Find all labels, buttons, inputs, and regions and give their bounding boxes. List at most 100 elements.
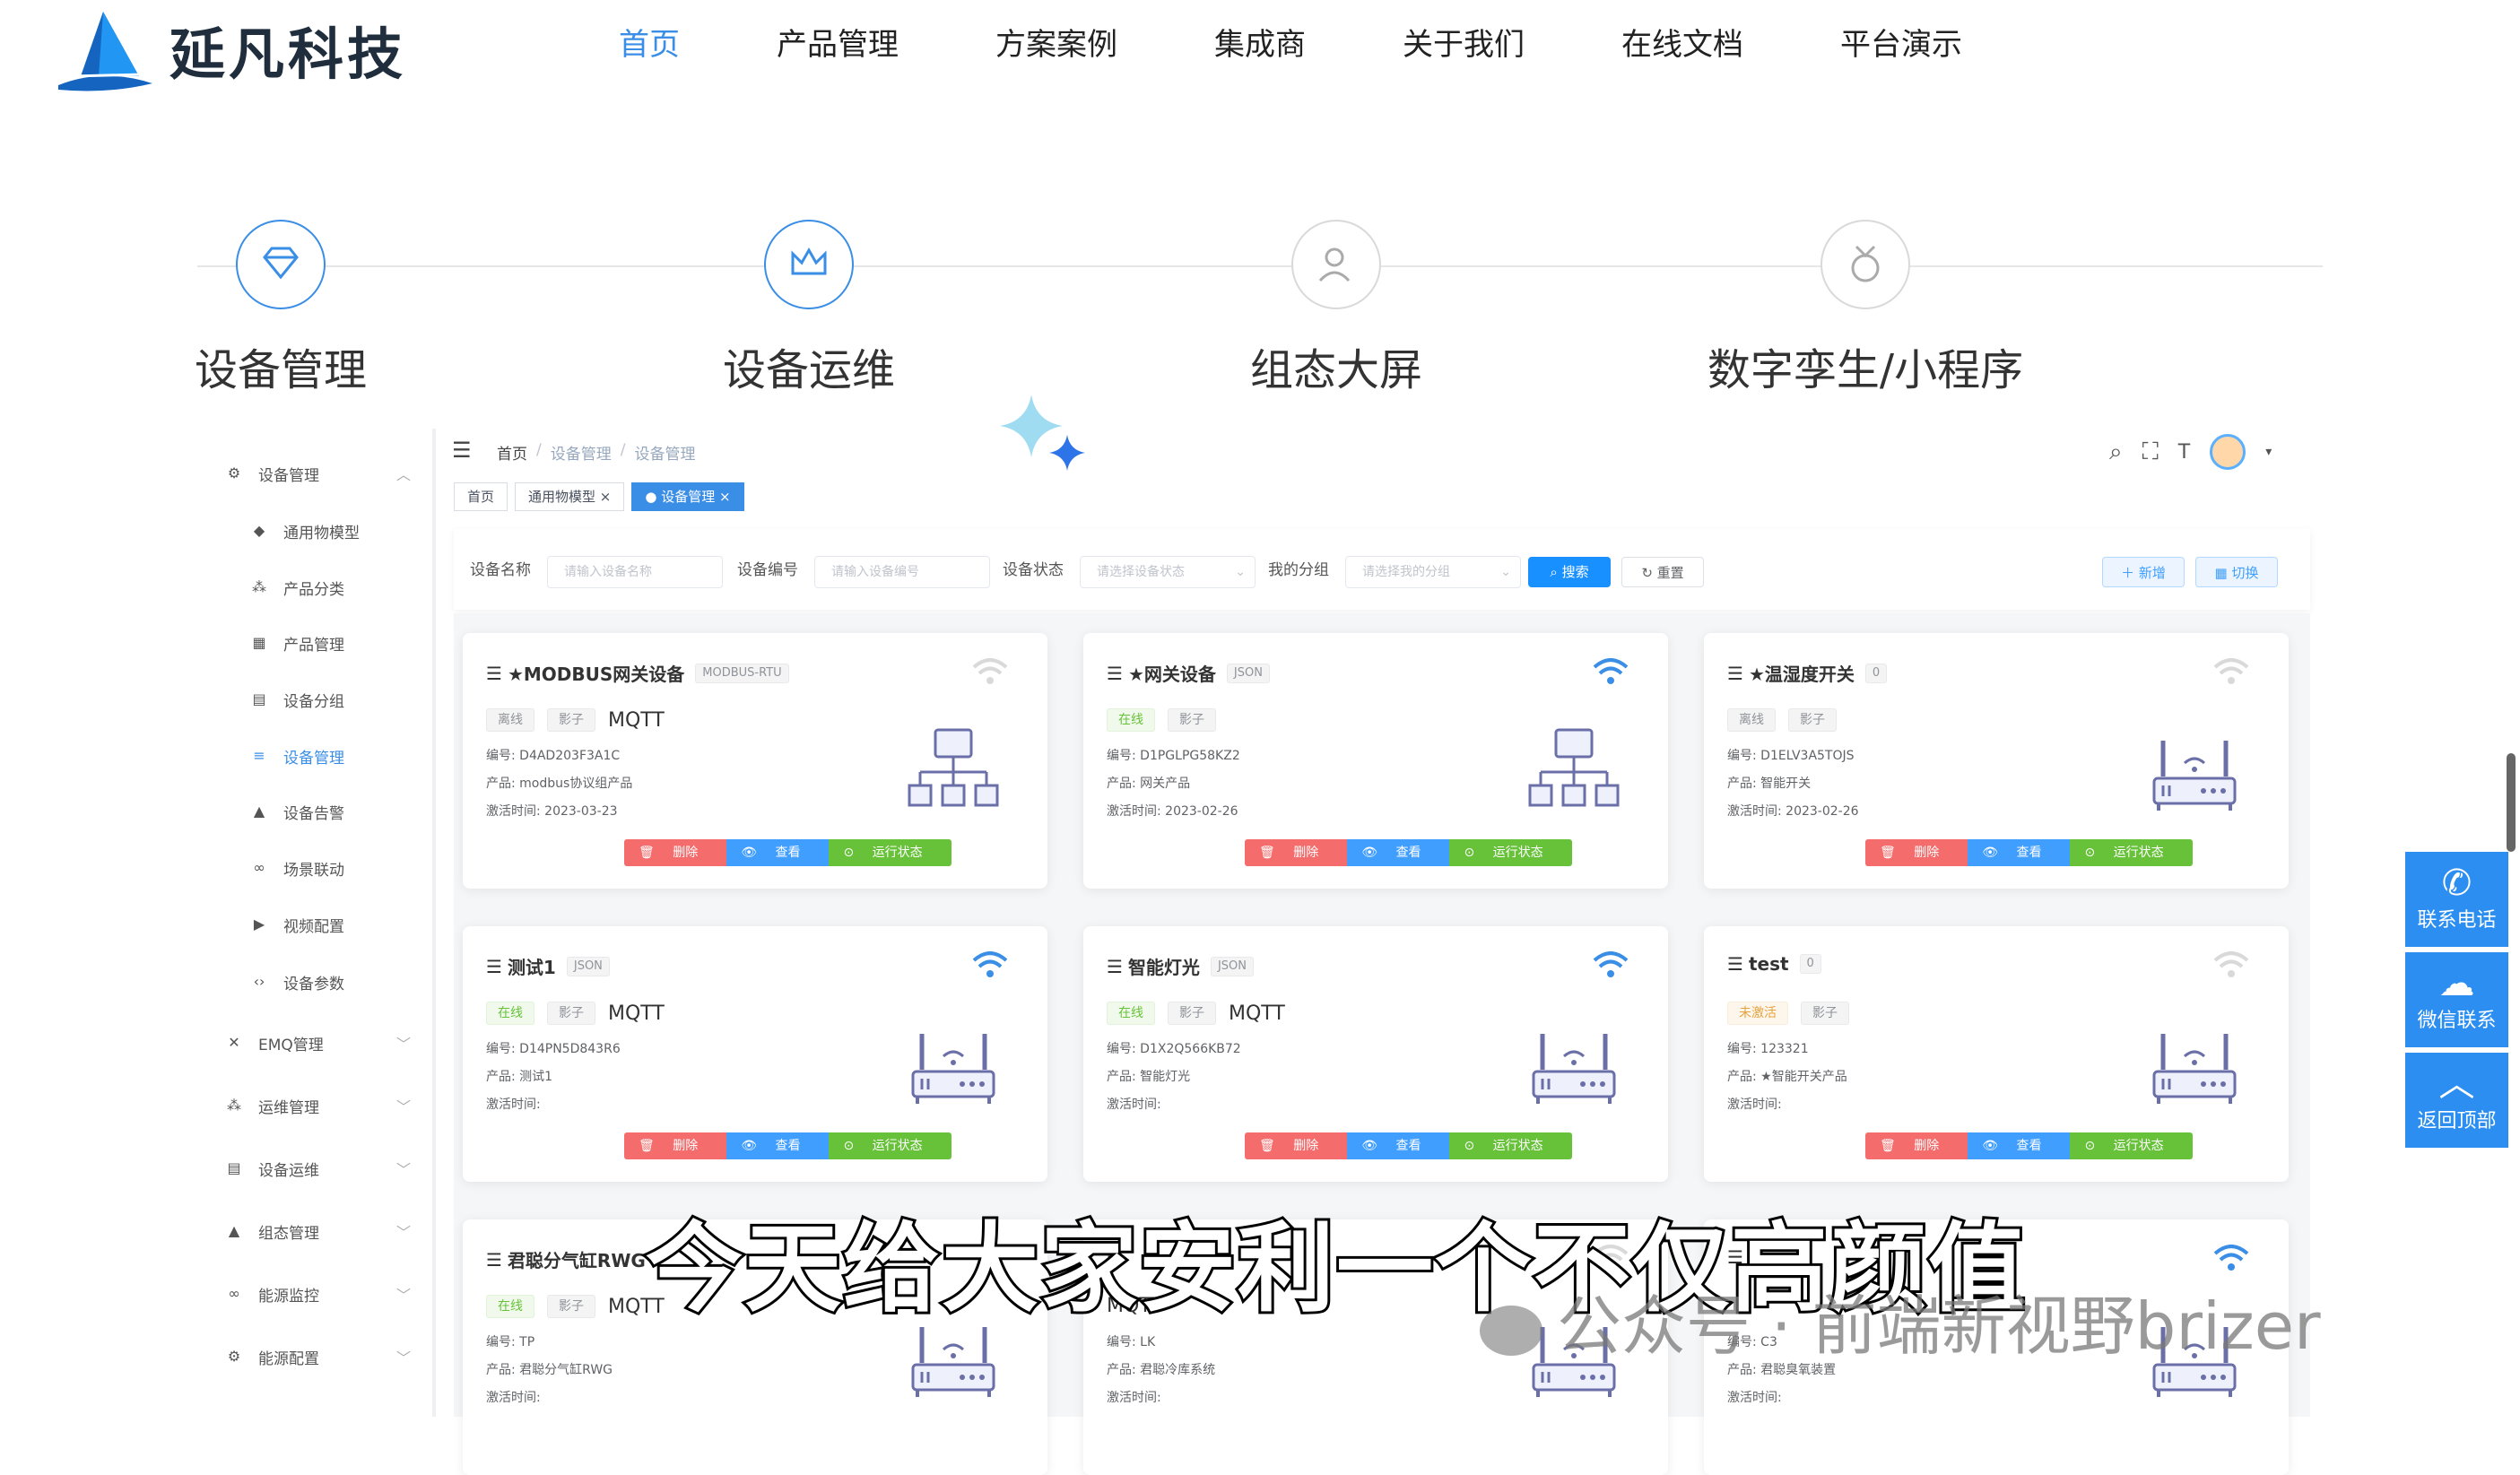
product-row: 产品: 智能灯光 bbox=[1107, 1063, 1241, 1091]
shadow-badge: 影子 bbox=[547, 708, 595, 732]
group-select[interactable]: 请选择我的分组 ⌄ bbox=[1345, 556, 1521, 588]
chevron-down-icon: ⌄ bbox=[1500, 565, 1511, 579]
delete-button[interactable]: 🗑 删除 bbox=[1245, 1132, 1348, 1159]
avatar[interactable] bbox=[2210, 434, 2246, 470]
device-status-label: 设备状态 bbox=[1003, 561, 1064, 579]
run-status-button[interactable]: ⊙ 运行状态 bbox=[2070, 1132, 2193, 1159]
device-tags: 在线 影子 bbox=[1107, 708, 1216, 732]
device-info: 编号: 123321 产品: ★智能开关产品 激活时间: bbox=[1727, 1036, 1847, 1119]
nav-item[interactable]: 在线文档 bbox=[1621, 20, 1743, 70]
switch-view-button[interactable]: ▦ 切换 bbox=[2195, 557, 2278, 587]
device-card[interactable]: ☰ ★温湿度开关 0 离线 影子 编号: D1ELV3A5TOJS 产品: 智能开关 激活时间… bbox=[1704, 633, 2289, 889]
tab-item[interactable]: ● 设备管理 × bbox=[631, 482, 744, 511]
view-button[interactable]: 👁 查看 bbox=[1347, 1132, 1450, 1159]
run-status-button[interactable]: ⊙ 运行状态 bbox=[829, 1132, 952, 1159]
font-size-icon[interactable]: T bbox=[2178, 441, 2190, 464]
float-button[interactable]: ☁ 微信联系 bbox=[2405, 952, 2508, 1047]
search-icon[interactable]: ⌕ bbox=[2109, 438, 2123, 466]
feature-item[interactable]: 数字孪生/小程序 bbox=[1677, 220, 2054, 397]
delete-button[interactable]: 🗑 删除 bbox=[1865, 839, 1968, 866]
delete-button[interactable]: 🗑 删除 bbox=[624, 839, 727, 866]
device-code-input[interactable]: 请输入设备编号 bbox=[814, 556, 990, 588]
nav-item[interactable]: 平台演示 bbox=[1840, 20, 1962, 70]
sidebar-item[interactable]: ▲ 设备告警 bbox=[251, 798, 344, 825]
run-status-button[interactable]: ⊙ 运行状态 bbox=[1449, 1132, 1572, 1159]
top-nav: 首页 产品管理 方案案例 集成商 关于我们 在线文档 平台演示 bbox=[619, 20, 2059, 70]
view-label: 查看 bbox=[1395, 846, 1421, 860]
add-button[interactable]: ＋ 新增 bbox=[2102, 557, 2185, 587]
delete-button[interactable]: 🗑 删除 bbox=[624, 1132, 727, 1159]
delete-button[interactable]: 🗑 删除 bbox=[1865, 1132, 1968, 1159]
device-product: 君聪冷库系统 bbox=[1140, 1363, 1216, 1377]
chevron-up-icon: ︿ bbox=[396, 466, 412, 483]
view-button[interactable]: 👁 查看 bbox=[1968, 839, 2071, 866]
view-button[interactable]: 👁 查看 bbox=[726, 1132, 830, 1159]
search-button[interactable]: ⌕ 搜索 bbox=[1528, 557, 1611, 587]
breadcrumb-home[interactable]: 首页 bbox=[497, 441, 527, 464]
brand-logo[interactable]: 延凡科技 bbox=[54, 0, 406, 99]
sidebar-item[interactable]: ⁂ 运维管理 ﹀ bbox=[226, 1092, 411, 1119]
reset-button[interactable]: ↻ 重置 bbox=[1621, 557, 1704, 587]
list-icon: ☰ bbox=[1727, 953, 1743, 975]
sidebar-item[interactable]: ▤ 设备运维 ﹀ bbox=[226, 1155, 411, 1182]
nav-item[interactable]: 首页 bbox=[619, 20, 680, 70]
sidebar-item[interactable]: ‹› 设备参数 bbox=[251, 968, 344, 995]
device-tags: 在线 影子 MQTT bbox=[1107, 1002, 1285, 1025]
feature-item[interactable]: 组态大屏 bbox=[1148, 220, 1525, 397]
tab-item[interactable]: 首页 bbox=[454, 482, 508, 511]
sidebar-item[interactable]: ✕ EMQ管理 ﹀ bbox=[226, 1029, 411, 1056]
run-status-button[interactable]: ⊙ 运行状态 bbox=[829, 839, 952, 866]
sail-logo-icon bbox=[54, 4, 157, 94]
nav-item[interactable]: 关于我们 bbox=[1403, 20, 1525, 70]
sidebar-item[interactable]: ⚙ 能源配置 ﹀ bbox=[226, 1343, 411, 1370]
device-info: 编号: D4AD203F3A1C 产品: modbus协议组产品 激活时间: 202… bbox=[486, 742, 632, 826]
device-card[interactable]: ☰ 测试1 JSON 在线 影子 MQTT 编号: D14PN5D843R6 产品: 测试1 激… bbox=[463, 926, 1047, 1182]
sidebar-item[interactable]: ▲ 组态管理 ﹀ bbox=[226, 1218, 411, 1245]
sidebar-item[interactable]: ≡ 设备管理 bbox=[251, 742, 344, 769]
sidebar-item[interactable]: ▶ 视频配置 bbox=[251, 911, 344, 938]
list-icon: ☰ bbox=[486, 662, 502, 684]
chevron-down-icon[interactable]: ▾ bbox=[2265, 445, 2272, 459]
sidebar-item[interactable]: ∞ 场景联动 bbox=[251, 855, 344, 881]
code-label: 编号: bbox=[486, 1335, 516, 1349]
view-button[interactable]: 👁 查看 bbox=[726, 839, 830, 866]
delete-button[interactable]: 🗑 删除 bbox=[1245, 839, 1348, 866]
device-card[interactable]: ☰ test 0 未激活 影子 编号: 123321 产品: ★智能开关产品 激活时间: 🗑 … bbox=[1704, 926, 2289, 1182]
device-tags: 离线 影子 MQTT bbox=[486, 708, 665, 732]
menu-toggle-icon[interactable]: ☰ bbox=[452, 438, 472, 463]
group-label: 我的分组 bbox=[1268, 561, 1329, 579]
list-icon: ☰ bbox=[1727, 662, 1743, 684]
breadcrumb-item[interactable]: 设备管理 bbox=[551, 441, 612, 464]
status-badge: 在线 bbox=[1107, 708, 1155, 732]
close-icon[interactable]: × bbox=[715, 489, 731, 505]
page-scrollbar[interactable] bbox=[2507, 753, 2516, 852]
run-status-button[interactable]: ⊙ 运行状态 bbox=[2070, 839, 2193, 866]
sidebar-item[interactable]: ⚙ 设备管理 ︿ bbox=[226, 460, 411, 487]
transport-label: MQTT bbox=[1229, 1002, 1285, 1025]
close-icon[interactable]: × bbox=[595, 489, 612, 505]
sidebar-item[interactable]: ▦ 产品管理 bbox=[251, 629, 344, 656]
sidebar-item[interactable]: ∞ 能源监控 ﹀ bbox=[226, 1280, 411, 1307]
float-button[interactable]: ✆ 联系电话 bbox=[2405, 852, 2508, 947]
nav-item[interactable]: 方案案例 bbox=[995, 20, 1117, 70]
device-status-select[interactable]: 请选择设备状态 ⌄ bbox=[1080, 556, 1256, 588]
sidebar-item[interactable]: ◆ 通用物模型 bbox=[251, 517, 360, 544]
fullscreen-icon[interactable]: ⛶ bbox=[2142, 438, 2159, 466]
view-button[interactable]: 👁 查看 bbox=[1968, 1132, 2071, 1159]
nav-item[interactable]: 产品管理 bbox=[777, 20, 899, 70]
view-button[interactable]: 👁 查看 bbox=[1347, 839, 1450, 866]
feature-item[interactable]: 设备管理 bbox=[92, 220, 469, 397]
sidebar-item[interactable]: ⁂ 产品分类 bbox=[251, 574, 344, 601]
tab-item[interactable]: 通用物模型 × bbox=[515, 482, 625, 511]
float-button[interactable]: ︿ 返回顶部 bbox=[2405, 1053, 2508, 1148]
device-card[interactable]: ☰ ★网关设备 JSON 在线 影子 编号: D1PGLPG58KZ2 产品: 网关产品 激活… bbox=[1083, 633, 1668, 889]
device-card[interactable]: ☰ 智能灯光 JSON 在线 影子 MQTT 编号: D1X2Q566KB72 产品: 智能灯… bbox=[1083, 926, 1668, 1182]
time-row: 激活时间: bbox=[1107, 1384, 1215, 1412]
code-label: 编号: bbox=[486, 749, 516, 763]
run-status-button[interactable]: ⊙ 运行状态 bbox=[1449, 839, 1572, 866]
device-name-input[interactable]: 请输入设备名称 bbox=[547, 556, 723, 588]
feature-item[interactable]: 设备运维 bbox=[621, 220, 997, 397]
nav-item[interactable]: 集成商 bbox=[1214, 20, 1306, 70]
sidebar-item[interactable]: ▤ 设备分组 bbox=[251, 686, 344, 713]
device-card[interactable]: ☰ ★MODBUS网关设备 MODBUS-RTU 离线 影子 MQTT 编号: D4AD20… bbox=[463, 633, 1047, 889]
